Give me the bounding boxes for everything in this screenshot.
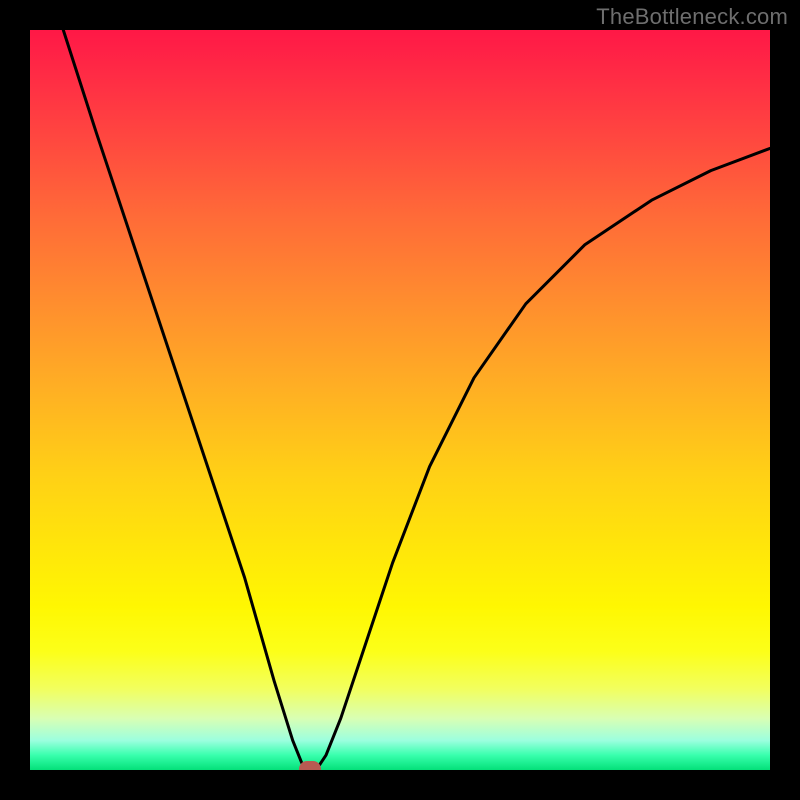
chart-container: TheBottleneck.com — [0, 0, 800, 800]
watermark-text: TheBottleneck.com — [596, 4, 788, 30]
curve-layer — [30, 30, 770, 770]
curve-path — [63, 30, 770, 769]
min-marker — [299, 761, 321, 770]
plot-area — [30, 30, 770, 770]
